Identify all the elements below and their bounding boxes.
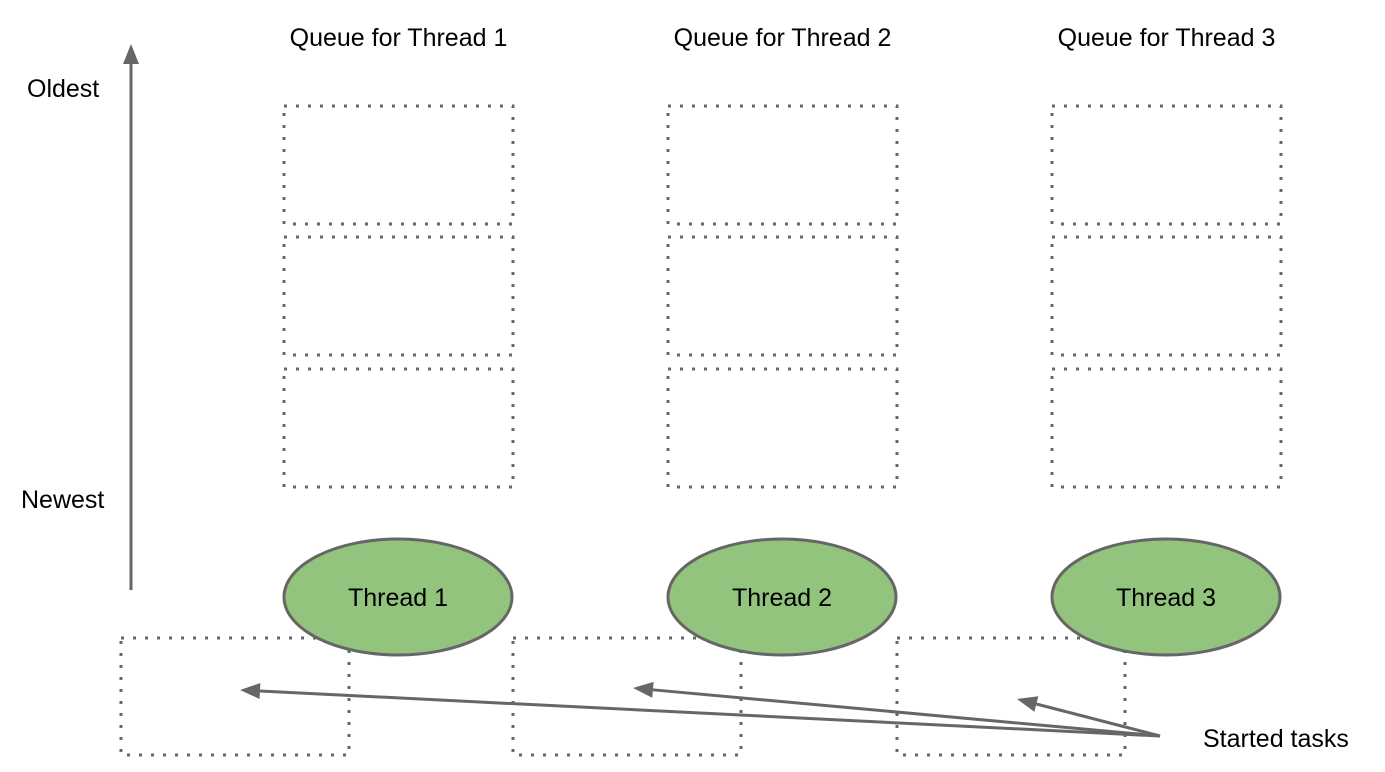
queue-slot: [1050, 235, 1283, 357]
thread-label: Thread 3: [1116, 584, 1216, 612]
started-task-box: [511, 636, 743, 757]
thread-3: Thread 3: [1050, 537, 1282, 657]
thread-label: Thread 2: [732, 584, 832, 612]
newest-label: Newest: [21, 486, 104, 514]
queue-title: Queue for Thread 2: [674, 24, 892, 52]
threads: Thread 1 Thread 2 Thread 3: [282, 537, 1282, 657]
started-task-arrows: [240, 681, 1161, 738]
thread-1: Thread 1: [282, 537, 514, 657]
thread-label: Thread 1: [348, 584, 448, 612]
age-axis-arrowhead-icon: [123, 44, 139, 64]
started-task-arrow: [259, 689, 1161, 738]
queue-slot: [282, 104, 515, 226]
queue-column-3: Queue for Thread 3: [1050, 24, 1283, 489]
queue-slot: [666, 367, 899, 489]
arrowhead-icon: [240, 683, 261, 699]
thread-2: Thread 2: [666, 537, 898, 657]
arrowhead-icon: [1017, 696, 1039, 712]
queue-slot: [666, 235, 899, 357]
oldest-label: Oldest: [27, 75, 99, 103]
age-axis: Oldest Newest: [21, 44, 139, 590]
started-tasks-label: Started tasks: [1203, 725, 1349, 753]
started-task-arrow: [652, 688, 1161, 738]
queue-slot: [282, 367, 515, 489]
queue-slot: [1050, 104, 1283, 226]
queue-slot: [282, 235, 515, 357]
thread-queue-diagram: Oldest Newest Queue for Thread 1 Queue fo…: [21, 24, 1349, 757]
queue-column-2: Queue for Thread 2: [666, 24, 899, 489]
arrowhead-icon: [633, 681, 654, 698]
queue-title: Queue for Thread 1: [290, 24, 508, 52]
started-task-box: [119, 636, 351, 757]
queues: Queue for Thread 1 Queue for Thread 2 Queu…: [282, 24, 1283, 489]
started-task-boxes: [119, 636, 1127, 757]
queue-title: Queue for Thread 3: [1058, 24, 1276, 52]
queue-column-1: Queue for Thread 1: [282, 24, 515, 489]
started-task-box: [895, 636, 1127, 757]
queue-slot: [666, 104, 899, 226]
queue-slot: [1050, 367, 1283, 489]
